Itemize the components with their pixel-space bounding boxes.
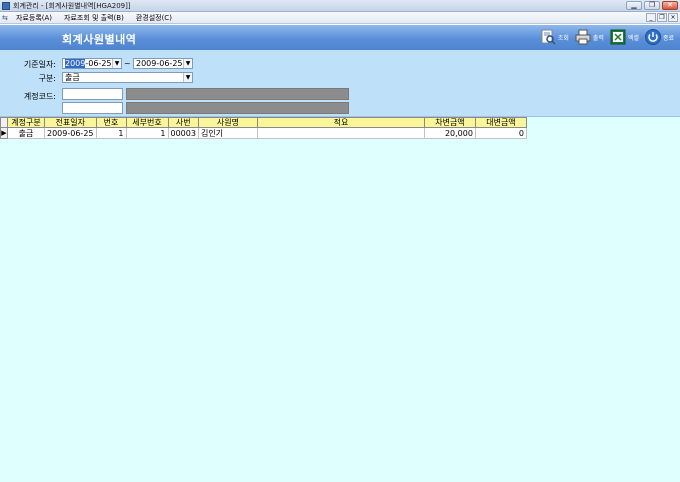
exit-label: 종료 — [662, 34, 674, 42]
results-grid-area: 계정구분 전표일자 번호 세부번호 사번 사원명 적요 차변금액 대변금액 ▶ … — [0, 117, 680, 482]
maximize-button[interactable]: ❐ — [644, 1, 660, 10]
column-header[interactable]: 계정구분 — [7, 117, 45, 128]
date-from-picker[interactable]: 2009-06-25 ▼ — [62, 58, 122, 69]
column-header[interactable]: 대변금액 — [474, 117, 527, 128]
column-header[interactable]: 전표일자 — [44, 117, 97, 128]
print-label: 출력 — [592, 34, 604, 42]
type-label: 구분: — [38, 74, 56, 83]
menu-item-settings[interactable]: 환경설정(C) — [136, 13, 172, 23]
date-from-rest: -06-25 — [85, 59, 112, 68]
account-code-input-2[interactable] — [62, 102, 123, 114]
page-title: 회계사원별내역 — [62, 33, 137, 46]
table-cell[interactable]: 1 — [125, 127, 169, 139]
column-header[interactable]: 번호 — [95, 117, 127, 128]
column-header[interactable]: 세부번호 — [125, 117, 169, 128]
window-controls: ▁ ❐ ✕ — [626, 1, 678, 10]
type-select[interactable]: 출금 ▼ — [62, 72, 193, 83]
account-name-display-1 — [126, 88, 349, 100]
type-value: 출금 — [65, 73, 80, 82]
mdi-menu-icon[interactable]: ⇆ — [2, 14, 8, 22]
table-cell[interactable]: 출금 — [7, 127, 45, 139]
table-cell[interactable]: 2009-06-25 — [44, 127, 97, 139]
chevron-down-icon[interactable]: ▼ — [183, 73, 192, 82]
column-header[interactable]: 사번 — [167, 117, 199, 128]
mdi-close-button[interactable]: × — [668, 13, 678, 22]
column-header[interactable]: 사원명 — [197, 117, 258, 128]
menu-bar: ⇆ 자료등록(A) 자료조회 및 출력(B) 환경설정(C) _ ❐ × — [0, 12, 680, 24]
grid-header-row: 계정구분 전표일자 번호 세부번호 사번 사원명 적요 차변금액 대변금액 — [0, 117, 527, 128]
exit-button[interactable]: 종료 — [644, 29, 674, 45]
mdi-minimize-button[interactable]: _ — [646, 13, 656, 22]
search-document-icon — [541, 29, 556, 45]
account-code-input-1[interactable] — [62, 88, 123, 100]
row-header-corner — [0, 117, 8, 128]
table-row[interactable]: ▶ 출금 2009-06-25 1 1 00003 김인기 20,000 0 — [0, 127, 527, 139]
toolbar: 조회 출력 엑셀 종료 — [540, 29, 674, 45]
window-title: 회계관리 - [회계사원별내역[HGA209]] — [13, 2, 131, 10]
power-icon — [644, 29, 661, 45]
page-header: 회계사원별내역 조회 출력 엑셀 종료 — [0, 25, 680, 50]
date-range-separator: ~ — [124, 59, 131, 68]
table-cell[interactable]: 0 — [474, 127, 527, 139]
results-grid: 계정구분 전표일자 번호 세부번호 사번 사원명 적요 차변금액 대변금액 ▶ … — [0, 117, 527, 139]
print-button[interactable]: 출력 — [575, 29, 604, 45]
row-selector[interactable]: ▶ — [0, 127, 8, 139]
excel-icon — [610, 29, 626, 45]
menu-item-query-print[interactable]: 자료조회 및 출력(B) — [64, 13, 124, 23]
column-header[interactable]: 적요 — [256, 117, 425, 128]
date-to-picker[interactable]: 2009-06-25 ▼ — [133, 58, 193, 69]
query-button[interactable]: 조회 — [540, 29, 569, 45]
table-cell[interactable]: 1 — [95, 127, 127, 139]
filter-panel: 기준일자: 2009-06-25 ▼ ~ 2009-06-25 ▼ 구분: 출금… — [0, 50, 680, 117]
minimize-button[interactable]: ▁ — [626, 1, 642, 10]
account-code-label: 계정코드: — [23, 92, 56, 101]
menu-item-data-entry[interactable]: 자료등록(A) — [16, 13, 52, 23]
column-header[interactable]: 차변금액 — [423, 117, 476, 128]
account-name-display-2 — [126, 102, 349, 114]
chevron-down-icon[interactable]: ▼ — [112, 59, 121, 68]
table-cell[interactable]: 20,000 — [423, 127, 476, 139]
printer-icon — [575, 29, 591, 45]
date-to-value: 2009-06-25 — [136, 59, 183, 68]
date-label: 기준일자: — [23, 60, 56, 69]
mdi-controls: _ ❐ × — [646, 13, 678, 22]
close-button[interactable]: ✕ — [662, 1, 678, 10]
window-titlebar: 회계관리 - [회계사원별내역[HGA209]] ▁ ❐ ✕ — [0, 0, 680, 12]
excel-button[interactable]: 엑셀 — [610, 29, 639, 45]
query-label: 조회 — [557, 34, 569, 42]
table-cell[interactable] — [256, 127, 425, 139]
table-cell[interactable]: 김인기 — [197, 127, 258, 139]
row-pointer-icon: ▶ — [1, 128, 7, 137]
mdi-restore-button[interactable]: ❐ — [657, 13, 667, 22]
chevron-down-icon[interactable]: ▼ — [183, 59, 192, 68]
date-from-year: 2009 — [65, 59, 86, 68]
table-cell[interactable]: 00003 — [167, 127, 199, 139]
excel-label: 엑셀 — [627, 34, 639, 42]
app-icon — [2, 2, 10, 10]
